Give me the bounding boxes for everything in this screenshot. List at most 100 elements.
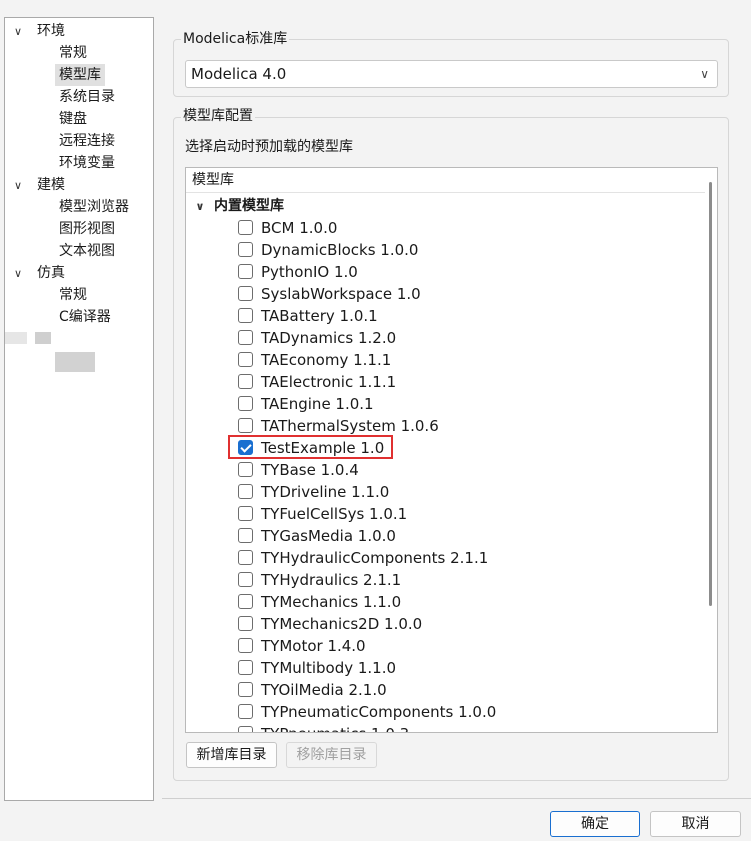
vertical-scrollbar[interactable] xyxy=(705,168,717,732)
library-item-label: TAEconomy 1.1.1 xyxy=(261,351,392,369)
library-item-label: TYMotor 1.4.0 xyxy=(261,637,366,655)
library-item-label: TYPneumaticComponents 1.0.0 xyxy=(261,703,497,721)
library-item[interactable]: TYBase 1.0.4 xyxy=(238,459,359,481)
library-config-instruction: 选择启动时预加载的模型库 xyxy=(185,139,353,155)
library-item-label: TYMechanics2D 1.0.0 xyxy=(261,615,423,633)
checkbox[interactable] xyxy=(238,418,253,433)
nav-item-env-variables[interactable]: 环境变量 xyxy=(55,152,119,174)
nav-item-graphic-view[interactable]: 图形视图 xyxy=(55,218,119,240)
checkbox[interactable] xyxy=(238,506,253,521)
library-item-label: TYBase 1.0.4 xyxy=(261,461,359,479)
library-item[interactable]: TABattery 1.0.1 xyxy=(238,305,378,327)
library-item[interactable]: TAEngine 1.0.1 xyxy=(238,393,374,415)
library-item[interactable]: TYHydraulics 2.1.1 xyxy=(238,569,401,591)
checkbox[interactable] xyxy=(238,352,253,367)
chevron-down-icon[interactable]: ∨ xyxy=(9,263,27,285)
checkbox[interactable] xyxy=(238,572,253,587)
library-item[interactable]: TYOilMedia 2.1.0 xyxy=(238,679,387,701)
library-item-label: TAThermalSystem 1.0.6 xyxy=(261,417,439,435)
checkbox[interactable] xyxy=(238,682,253,697)
library-item-label: TYOilMedia 2.1.0 xyxy=(261,681,387,699)
library-item[interactable]: DynamicBlocks 1.0.0 xyxy=(238,239,418,261)
standard-library-select[interactable]: Modelica 4.0 ∨ xyxy=(185,60,718,88)
library-item[interactable]: BCM 1.0.0 xyxy=(238,217,337,239)
library-item-label: PythonIO 1.0 xyxy=(261,263,358,281)
nav-item-sim-general[interactable]: 常规 xyxy=(55,284,91,306)
checkbox[interactable] xyxy=(238,528,253,543)
library-item-label: TABattery 1.0.1 xyxy=(261,307,378,325)
library-item-label: TYGasMedia 1.0.0 xyxy=(261,527,396,545)
library-item[interactable]: TYGasMedia 1.0.0 xyxy=(238,525,396,547)
nav-item-system-directory[interactable]: 系统目录 xyxy=(55,86,119,108)
library-item[interactable]: TADynamics 1.2.0 xyxy=(238,327,396,349)
library-item[interactable]: TYPneumatics 1.0.3 xyxy=(238,723,409,732)
checkbox[interactable] xyxy=(238,374,253,389)
checkbox[interactable] xyxy=(238,308,253,323)
library-item[interactable]: TYMotor 1.4.0 xyxy=(238,635,366,657)
cancel-button[interactable]: 取消 xyxy=(650,811,741,837)
checkbox[interactable] xyxy=(238,220,253,235)
library-item-label: TYMultibody 1.1.0 xyxy=(261,659,397,677)
library-item-label: TADynamics 1.2.0 xyxy=(261,329,397,347)
checkbox[interactable] xyxy=(238,330,253,345)
nav-item-text-view[interactable]: 文本视图 xyxy=(55,240,119,262)
library-item[interactable]: TAEconomy 1.1.1 xyxy=(238,349,391,371)
chevron-down-icon[interactable]: ∨ xyxy=(192,196,208,218)
library-item-label: TYPneumatics 1.0.3 xyxy=(261,725,409,732)
checkbox[interactable] xyxy=(238,264,253,279)
ok-button[interactable]: 确定 xyxy=(550,811,640,837)
scrollbar-thumb[interactable] xyxy=(709,182,712,606)
library-item[interactable]: TAThermalSystem 1.0.6 xyxy=(238,415,439,437)
checkbox[interactable] xyxy=(238,242,253,257)
nav-group-modeling[interactable]: ∨ 建模 xyxy=(9,174,65,196)
chevron-down-icon[interactable]: ∨ xyxy=(9,21,27,43)
library-item[interactable]: TYMultibody 1.1.0 xyxy=(238,657,396,679)
library-item-label: TYFuelCellSys 1.0.1 xyxy=(261,505,408,523)
nav-item-c-compiler[interactable]: C编译器 xyxy=(55,306,115,328)
checkbox[interactable] xyxy=(238,660,253,675)
redacted-item xyxy=(35,332,51,344)
chevron-down-icon[interactable]: ∨ xyxy=(9,175,27,197)
checkbox[interactable] xyxy=(238,396,253,411)
add-library-dir-button[interactable]: 新增库目录 xyxy=(186,742,277,768)
nav-group-simulation[interactable]: ∨ 仿真 xyxy=(9,262,65,284)
remove-library-dir-button[interactable]: 移除库目录 xyxy=(286,742,377,768)
checkbox[interactable] xyxy=(238,286,253,301)
nav-item-model-browser[interactable]: 模型浏览器 xyxy=(55,196,133,218)
builtin-library-node[interactable]: ∨ 内置模型库 xyxy=(192,195,284,217)
library-item[interactable]: TYHydraulicComponents 2.1.1 xyxy=(238,547,488,569)
chevron-down-icon[interactable]: ∨ xyxy=(700,61,709,87)
library-item-label: TYHydraulics 2.1.1 xyxy=(261,571,402,589)
library-item[interactable]: TAElectronic 1.1.1 xyxy=(238,371,396,393)
library-item[interactable]: TYMechanics 1.1.0 xyxy=(238,591,401,613)
library-item-label: TYHydraulicComponents 2.1.1 xyxy=(261,549,489,567)
checkbox[interactable] xyxy=(238,594,253,609)
library-item-label: TYDriveline 1.1.0 xyxy=(261,483,390,501)
checkbox[interactable] xyxy=(238,616,253,631)
library-item[interactable]: TYFuelCellSys 1.0.1 xyxy=(238,503,407,525)
checkbox[interactable] xyxy=(238,638,253,653)
checkbox[interactable] xyxy=(238,484,253,499)
checkbox[interactable] xyxy=(238,704,253,719)
nav-item-model-library[interactable]: 模型库 xyxy=(55,64,105,86)
library-item[interactable]: TYPneumaticComponents 1.0.0 xyxy=(238,701,496,723)
library-item-label: TAEngine 1.0.1 xyxy=(261,395,374,413)
redacted-item xyxy=(5,332,27,344)
library-tree-header: 模型库 xyxy=(186,168,706,193)
nav-item-general[interactable]: 常规 xyxy=(55,42,91,64)
nav-item-keyboard[interactable]: 键盘 xyxy=(55,108,91,130)
checkbox[interactable] xyxy=(238,462,253,477)
library-item[interactable]: PythonIO 1.0 xyxy=(238,261,358,283)
library-item[interactable]: TYMechanics2D 1.0.0 xyxy=(238,613,422,635)
library-config-legend: 模型库配置 xyxy=(181,107,255,125)
library-item[interactable]: TYDriveline 1.1.0 xyxy=(238,481,389,503)
redacted-item xyxy=(55,352,95,372)
checkbox[interactable] xyxy=(238,550,253,565)
nav-item-remote-connection[interactable]: 远程连接 xyxy=(55,130,119,152)
library-item[interactable]: SyslabWorkspace 1.0 xyxy=(238,283,421,305)
standard-library-legend: Modelica标准库 xyxy=(181,30,290,48)
library-item-label: DynamicBlocks 1.0.0 xyxy=(261,241,419,259)
nav-group-environment[interactable]: ∨ 环境 xyxy=(9,20,65,42)
checkbox[interactable] xyxy=(238,726,253,732)
library-item-label: TAElectronic 1.1.1 xyxy=(261,373,397,391)
